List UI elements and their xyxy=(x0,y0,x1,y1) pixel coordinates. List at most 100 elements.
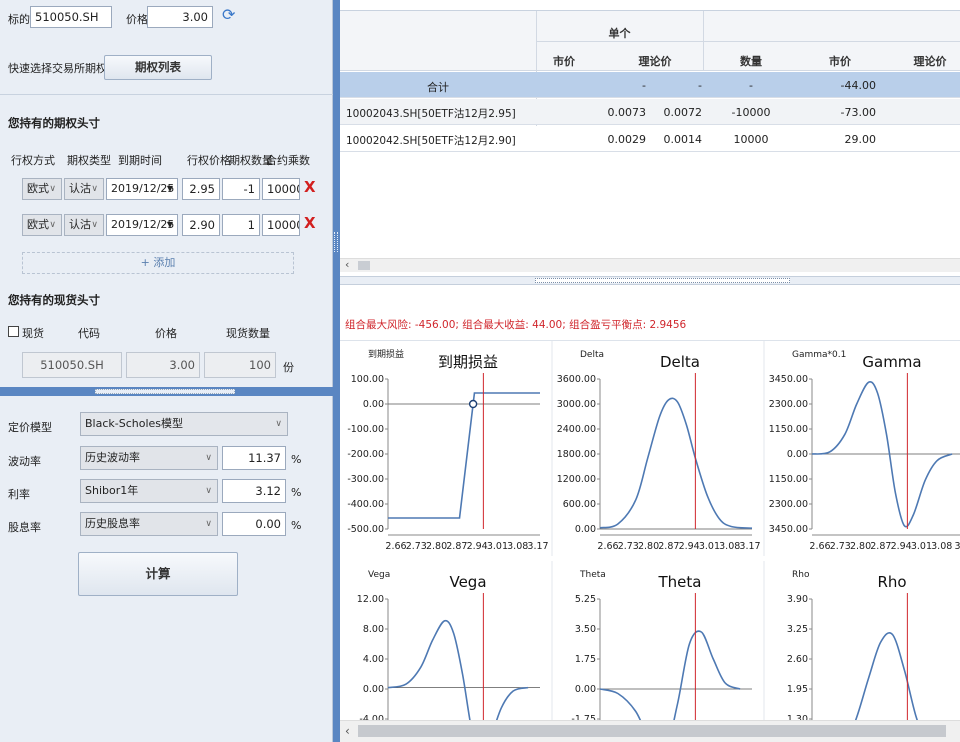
underlying-input[interactable]: 510050.SH xyxy=(30,6,112,28)
y-tick-label: 8.00 xyxy=(363,624,384,635)
chart-vega: VegaVega12.008.004.000.00-4.00-8.00 xyxy=(357,570,540,720)
y-tick-label: 2.60 xyxy=(787,654,808,665)
table-row[interactable]: 10002043.SH[50ETF沽12月2.95] 0.0073 0.0072… xyxy=(340,99,960,125)
x-tick-label: 2.87 xyxy=(658,541,679,552)
col-header-market2[interactable]: 市价 xyxy=(810,53,870,69)
splitter-grip[interactable] xyxy=(535,278,790,283)
div-source-select[interactable]: 历史股息率 ∨ xyxy=(80,512,218,536)
y-tick-label: 600.00 xyxy=(563,499,596,510)
vol-source-select[interactable]: 历史波动率 ∨ xyxy=(80,446,218,470)
spot-qty-label: 现货数量 xyxy=(226,327,270,340)
y-tick-label: 3450.00 xyxy=(769,374,808,385)
chevron-down-icon: ∨ xyxy=(275,419,282,429)
chevron-down-icon: ∨ xyxy=(205,519,212,529)
col-header-theory[interactable]: 理论价 xyxy=(610,53,700,69)
add-option-button[interactable]: + 添加 xyxy=(22,252,294,274)
multiplier-input[interactable]: 10000 xyxy=(262,178,300,200)
scroll-left-icon[interactable]: ‹ xyxy=(345,258,349,271)
y-tick-label: 1150.00 xyxy=(769,424,808,435)
x-tick-label: 3.17 xyxy=(739,541,760,552)
delete-icon[interactable]: X xyxy=(304,178,316,196)
y-tick-label: 3.50 xyxy=(575,624,596,635)
horizontal-splitter[interactable] xyxy=(340,276,960,285)
vertical-splitter[interactable] xyxy=(333,0,340,742)
percent-label: % xyxy=(291,519,302,532)
rate-input[interactable]: 3.12 xyxy=(222,479,286,503)
spot-checkbox[interactable] xyxy=(8,326,19,337)
cell: - xyxy=(642,79,646,92)
cell: 29.00 xyxy=(844,133,877,146)
exercise-select[interactable]: 欧式 ∨ xyxy=(22,214,62,236)
expiry-picker[interactable]: 2019/12/25 ▼ xyxy=(106,214,178,236)
spot-unit: 份 xyxy=(283,361,294,374)
y-tick-label: -300.00 xyxy=(347,474,384,485)
strike-input[interactable]: 2.95 xyxy=(182,178,220,200)
cell: 0.0073 xyxy=(607,106,647,119)
spot-code-label: 代码 xyxy=(78,327,100,340)
exercise-value: 欧式 xyxy=(27,218,49,231)
chart-ylabel: 到期损益 xyxy=(368,348,404,360)
expiry-picker[interactable]: 2019/12/25 ▼ xyxy=(106,178,178,200)
model-select[interactable]: Black-Scholes模型 ∨ xyxy=(80,412,288,436)
table-row[interactable]: 10002042.SH[50ETF沽12月2.90] 0.0029 0.0014… xyxy=(340,126,960,152)
left-panel: 标的 510050.SH 价格 3.00 ⟳ 快速选择交易所期权 期权列表 您持… xyxy=(0,0,333,742)
table-hscrollbar[interactable]: ‹ xyxy=(340,258,960,272)
quick-select-label: 快速选择交易所期权 xyxy=(8,62,107,75)
position-table: 单个 市价 理论价 数量 市价 理论价 合计 - - - -44.00 1000… xyxy=(340,10,960,272)
series-line xyxy=(599,630,741,720)
chart-title: Rho xyxy=(877,573,906,591)
scroll-thumb[interactable] xyxy=(358,261,370,270)
x-tick-label: 3.08 xyxy=(931,541,952,552)
type-select[interactable]: 认沽 ∨ xyxy=(64,178,104,200)
model-label: 定价模型 xyxy=(8,421,52,434)
chevron-down-icon: ∨ xyxy=(49,184,56,194)
header-type: 期权类型 xyxy=(67,154,111,167)
x-tick-label: 2.73 xyxy=(406,541,427,552)
rate-source-value: Shibor1年 xyxy=(85,484,139,497)
col-header-market[interactable]: 市价 xyxy=(536,53,592,69)
calculate-button[interactable]: 计算 xyxy=(78,552,238,596)
price-input[interactable]: 3.00 xyxy=(147,6,213,28)
qty-input[interactable]: -1 xyxy=(222,178,260,200)
cell: - xyxy=(749,79,753,92)
x-tick-label: 3.08 xyxy=(719,541,740,552)
spot-qty-field: 100 xyxy=(204,352,276,378)
x-tick-label: 2.66 xyxy=(809,541,830,552)
option-list-button[interactable]: 期权列表 xyxy=(104,55,212,80)
cell: 0.0029 xyxy=(607,133,647,146)
x-tick-label: 3.01 xyxy=(911,541,932,552)
cell: 0.0014 xyxy=(663,133,703,146)
type-select[interactable]: 认沽 ∨ xyxy=(64,214,104,236)
col-header-qty[interactable]: 数量 xyxy=(718,53,784,69)
y-tick-label: 0.00 xyxy=(575,524,596,535)
col-header-theory2[interactable]: 理论价 xyxy=(900,53,960,69)
multiplier-input[interactable]: 10000 xyxy=(262,214,300,236)
chart-ylabel: Theta xyxy=(579,570,606,580)
scroll-left-icon[interactable]: ‹ xyxy=(345,724,350,738)
vol-input[interactable]: 11.37 xyxy=(222,446,286,470)
table-row-total[interactable]: 合计 - - - -44.00 xyxy=(340,72,960,98)
scroll-thumb[interactable] xyxy=(358,725,946,737)
x-tick-label: 3.1 xyxy=(954,541,960,552)
right-panel: 单个 市价 理论价 数量 市价 理论价 合计 - - - -44.00 1000… xyxy=(340,0,960,742)
chart-title: 到期损益 xyxy=(438,353,498,371)
rate-source-select[interactable]: Shibor1年 ∨ xyxy=(80,479,218,503)
charts-hscrollbar[interactable]: ‹ xyxy=(340,720,960,742)
refresh-icon[interactable]: ⟳ xyxy=(222,5,235,24)
splitter-grip[interactable] xyxy=(334,232,338,252)
x-tick-label: 2.87 xyxy=(870,541,891,552)
cell: -10000 xyxy=(731,106,771,119)
exercise-select[interactable]: 欧式 ∨ xyxy=(22,178,62,200)
div-input[interactable]: 0.00 xyxy=(222,512,286,536)
qty-input[interactable]: 1 xyxy=(222,214,260,236)
cell: 10000 xyxy=(733,133,769,146)
header-divider xyxy=(536,41,960,42)
delete-icon[interactable]: X xyxy=(304,214,316,232)
underlying-label: 标的 xyxy=(8,13,30,26)
type-value: 认沽 xyxy=(69,182,91,195)
strike-input[interactable]: 2.90 xyxy=(182,214,220,236)
div-label: 股息率 xyxy=(8,521,41,534)
cell: 0.0072 xyxy=(663,106,703,119)
splitter-grip[interactable] xyxy=(95,389,235,394)
x-tick-label: 3.01 xyxy=(699,541,720,552)
